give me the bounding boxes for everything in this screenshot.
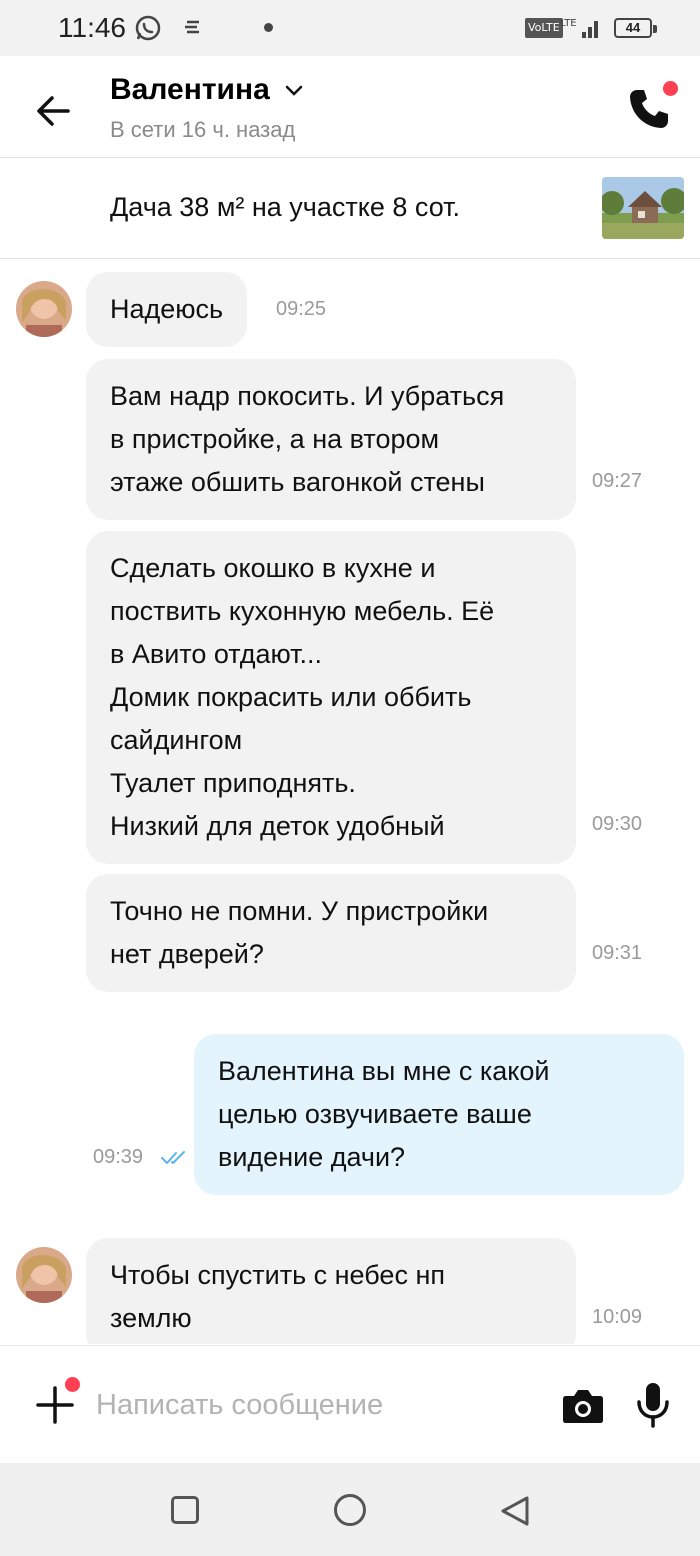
- contact-avatar[interactable]: [16, 281, 72, 337]
- status-bar: 11:46 VoLTE LTE 44: [0, 0, 700, 56]
- system-nav-bar: [0, 1463, 700, 1556]
- listing-card[interactable]: Дача 38 м² на участке 8 сот.: [0, 159, 700, 259]
- recents-button[interactable]: [171, 1496, 199, 1524]
- signal-icon: LTE: [560, 18, 598, 38]
- microphone-button[interactable]: [634, 1382, 672, 1428]
- message-bubble-incoming[interactable]: Вам надр покосить. И убраться в пристрой…: [86, 359, 576, 520]
- volte-icon: VoLTE: [525, 18, 563, 38]
- phone-icon: [630, 90, 668, 128]
- dot-icon: [264, 23, 273, 32]
- battery-level: 44: [625, 20, 641, 35]
- message-bubble-incoming[interactable]: Чтобы спустить с небес нп землю: [86, 1238, 576, 1344]
- message-list[interactable]: Надеюсь 09:25 Вам надр покосить. И убрат…: [0, 260, 700, 1344]
- message-time: 09:39: [93, 1146, 144, 1168]
- status-time: 11:46: [58, 12, 126, 43]
- message-bubble-incoming[interactable]: Сделать окошко в кухне и поствить кухонн…: [86, 531, 576, 864]
- message-bubble-incoming[interactable]: Надеюсь: [86, 272, 248, 347]
- message-time: 09:30: [592, 813, 643, 835]
- whatsapp-icon: [135, 15, 161, 41]
- message-time: 09:27: [592, 470, 643, 492]
- listing-title[interactable]: Дача 38 м² на участке 8 сот.: [110, 192, 460, 223]
- battery-icon: 44: [614, 16, 658, 40]
- chat-header: Валентина В сети 16 ч. назад: [0, 56, 700, 158]
- arrow-left-icon: [37, 96, 70, 126]
- contact-status: В сети 16 ч. назад: [110, 117, 296, 142]
- message-time: 09:25: [276, 298, 327, 320]
- notes-icon: [185, 20, 199, 34]
- plus-icon: [36, 1386, 74, 1424]
- triangle-back-icon: [501, 1496, 529, 1526]
- message-composer: [0, 1345, 700, 1463]
- chevron-down-icon[interactable]: [284, 83, 304, 99]
- message-bubble-incoming[interactable]: Точно не помни. У пристройки нет дверей?: [86, 874, 576, 992]
- message-bubble-outgoing[interactable]: Валентина вы мне с какой целью озвучивае…: [194, 1034, 684, 1195]
- camera-button[interactable]: [562, 1386, 604, 1424]
- message-time: 10:09: [592, 1306, 643, 1328]
- listing-thumbnail[interactable]: [602, 177, 684, 239]
- message-input[interactable]: [96, 1380, 536, 1430]
- contact-avatar[interactable]: [16, 1247, 72, 1303]
- signal-label: LTE: [560, 18, 577, 29]
- microphone-icon: [646, 1383, 660, 1411]
- back-button[interactable]: [28, 86, 78, 136]
- home-button[interactable]: [334, 1494, 366, 1526]
- message-time: 09:31: [592, 942, 643, 964]
- notification-dot: [663, 81, 678, 96]
- notification-dot: [65, 1377, 80, 1392]
- system-back-button[interactable]: [498, 1494, 532, 1528]
- contact-name[interactable]: Валентина: [110, 73, 270, 107]
- read-ticks-icon: [161, 1151, 185, 1164]
